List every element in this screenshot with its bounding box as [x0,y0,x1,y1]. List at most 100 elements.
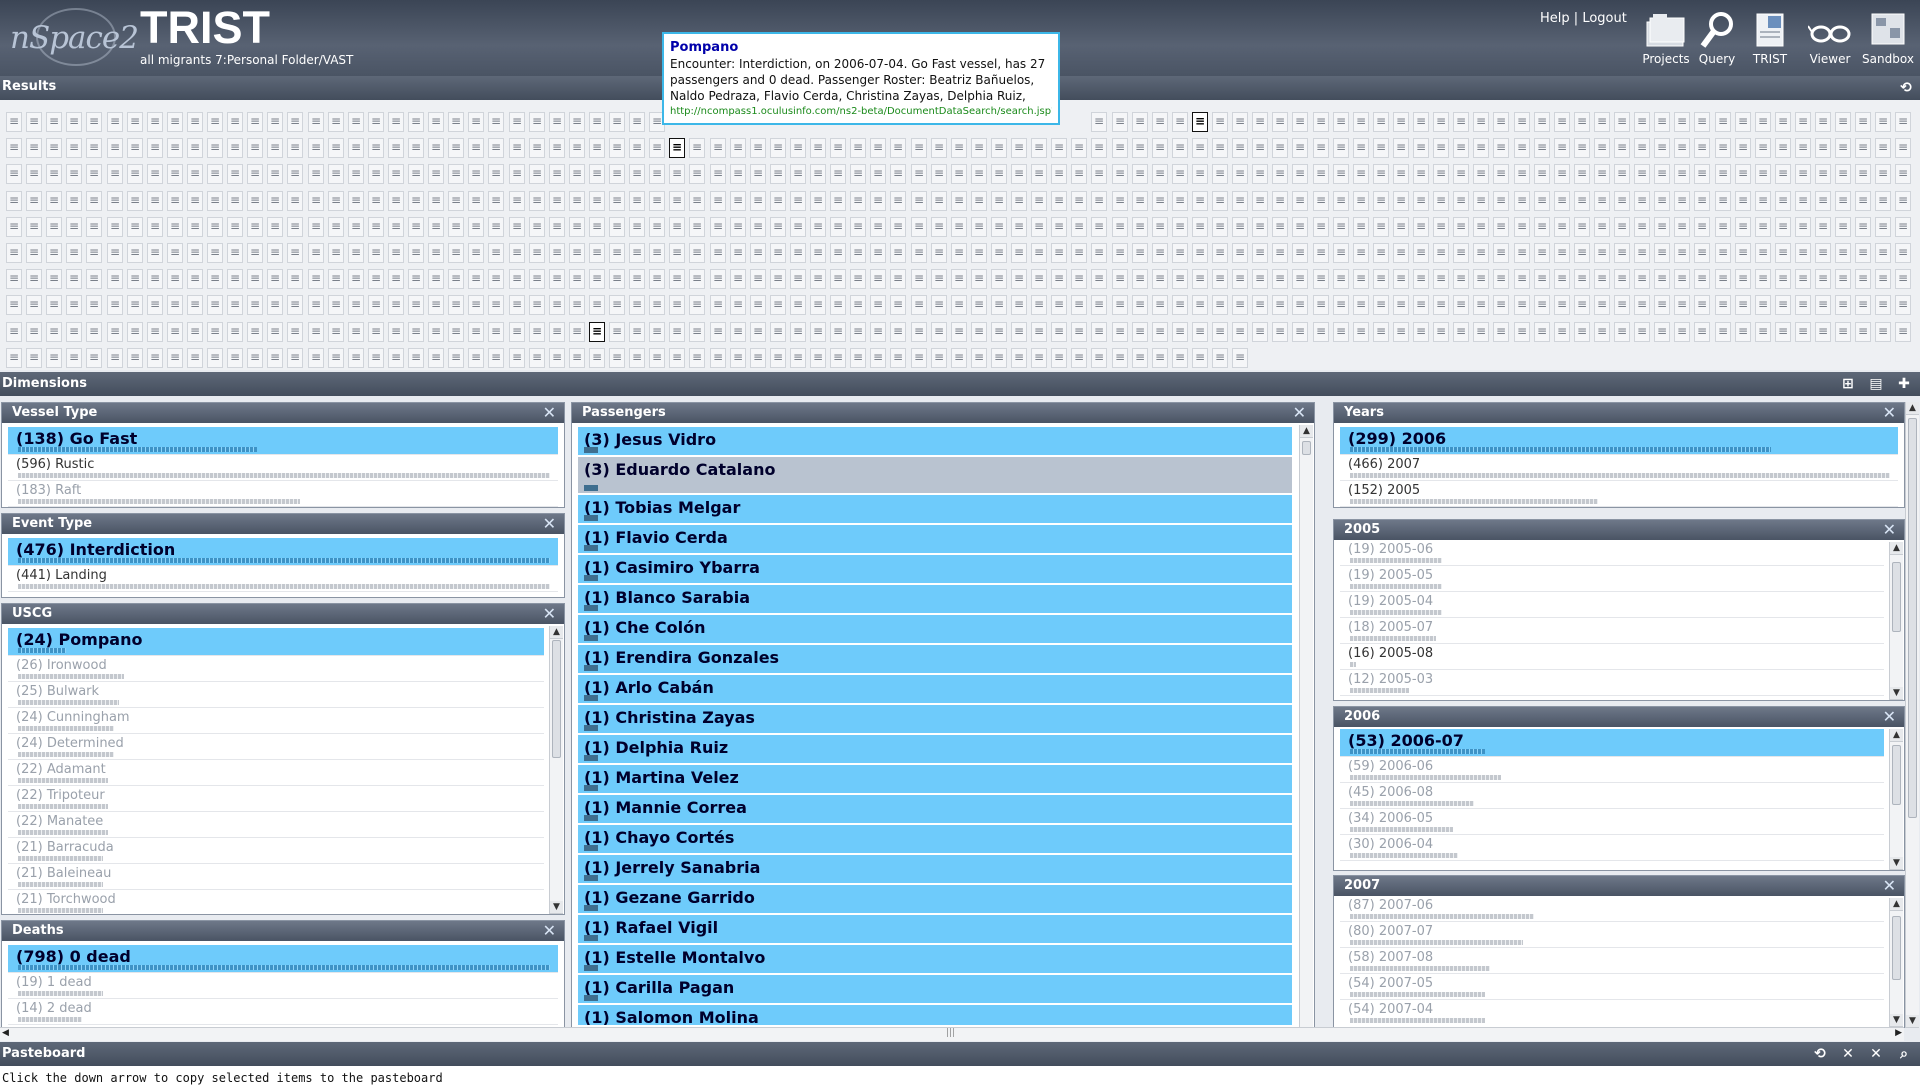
scroll-thumb[interactable] [1892,562,1901,632]
passenger-row[interactable]: (1) Casimiro Ybarra [578,555,1292,583]
document-icon[interactable]: ≡ [1775,217,1791,237]
document-icon[interactable]: ≡ [207,191,223,211]
document-icon[interactable]: ≡ [1313,191,1329,211]
document-icon[interactable]: ≡ [1815,112,1831,132]
document-icon[interactable]: ≡ [348,138,364,158]
document-icon[interactable]: ≡ [187,322,203,342]
document-icon[interactable]: ≡ [1413,191,1429,211]
document-icon[interactable]: ≡ [1534,217,1550,237]
document-icon[interactable]: ≡ [167,191,183,211]
document-icon[interactable]: ≡ [468,348,484,368]
document-icon[interactable]: ≡ [529,348,545,368]
facet-row[interactable]: (138) Go Fast [8,427,558,455]
document-icon[interactable]: ≡ [1132,348,1148,368]
scroll-down-icon[interactable]: ▼ [1890,1014,1903,1027]
document-icon[interactable]: ≡ [1393,322,1409,342]
document-icon[interactable]: ≡ [750,164,766,184]
document-icon[interactable]: ≡ [388,295,404,315]
document-icon[interactable]: ≡ [66,217,82,237]
document-icon[interactable]: ≡ [1514,269,1530,289]
document-icon[interactable]: ≡ [1373,164,1389,184]
document-icon[interactable]: ≡ [448,322,464,342]
document-icon[interactable]: ≡ [348,243,364,263]
document-icon[interactable]: ≡ [649,295,665,315]
document-icon[interactable]: ≡ [1735,269,1751,289]
document-icon[interactable]: ≡ [830,138,846,158]
document-icon[interactable]: ≡ [509,138,525,158]
document-icon[interactable]: ≡ [1232,243,1248,263]
document-icon[interactable]: ≡ [328,243,344,263]
document-icon[interactable]: ≡ [227,138,243,158]
document-icon[interactable]: ≡ [1031,191,1047,211]
facet-row[interactable]: (24) Determined [8,734,544,760]
document-icon[interactable]: ≡ [569,191,585,211]
document-icon[interactable]: ≡ [1192,295,1208,315]
document-icon[interactable]: ≡ [1534,112,1550,132]
document-icon[interactable]: ≡ [26,164,42,184]
document-icon[interactable]: ≡ [569,243,585,263]
document-icon[interactable]: ≡ [287,269,303,289]
document-icon[interactable]: ≡ [287,138,303,158]
document-icon[interactable]: ≡ [589,217,605,237]
document-icon[interactable]: ≡ [1594,164,1610,184]
document-icon[interactable]: ≡ [1875,322,1891,342]
scroll-up-icon[interactable]: ▲ [1890,729,1903,742]
scrollbar[interactable]: ▲ ▼ [1889,898,1903,1027]
document-icon[interactable]: ≡ [1795,191,1811,211]
document-icon[interactable]: ≡ [1353,191,1369,211]
document-icon[interactable]: ≡ [26,348,42,368]
document-icon[interactable]: ≡ [408,348,424,368]
document-icon[interactable]: ≡ [529,269,545,289]
document-icon[interactable]: ≡ [46,348,62,368]
scroll-grip[interactable]: ||| [946,1028,955,1038]
document-icon[interactable]: ≡ [1091,322,1107,342]
passenger-row[interactable]: (1) Chayo Cortés [578,825,1292,853]
document-icon[interactable]: ≡ [1272,164,1288,184]
document-icon[interactable]: ≡ [147,138,163,158]
document-icon[interactable]: ≡ [951,269,967,289]
document-icon[interactable]: ≡ [951,217,967,237]
document-icon[interactable]: ≡ [629,112,645,132]
document-icon[interactable]: ≡ [328,269,344,289]
document-icon[interactable]: ≡ [1252,217,1268,237]
document-icon[interactable]: ≡ [1393,191,1409,211]
document-icon[interactable]: ≡ [267,112,283,132]
document-icon[interactable]: ≡ [287,112,303,132]
document-icon[interactable]: ≡ [428,112,444,132]
document-icon[interactable]: ≡ [1232,164,1248,184]
document-icon[interactable]: ≡ [247,295,263,315]
document-icon[interactable]: ≡ [1795,295,1811,315]
document-icon[interactable]: ≡ [1554,164,1570,184]
document-icon[interactable]: ≡ [1815,191,1831,211]
document-icon[interactable]: ≡ [710,164,726,184]
document-icon[interactable]: ≡ [1333,269,1349,289]
document-icon[interactable]: ≡ [1534,269,1550,289]
document-icon[interactable]: ≡ [509,243,525,263]
document-icon[interactable]: ≡ [1232,191,1248,211]
document-icon[interactable]: ≡ [1694,322,1710,342]
document-icon[interactable]: ≡ [1313,217,1329,237]
document-icon[interactable]: ≡ [468,191,484,211]
facet-row[interactable]: (25) Bulwark [8,682,544,708]
document-icon[interactable]: ≡ [147,269,163,289]
document-icon[interactable]: ≡ [991,322,1007,342]
document-icon[interactable]: ≡ [1634,191,1650,211]
document-icon[interactable]: ≡ [26,243,42,263]
document-icon[interactable]: ≡ [6,295,22,315]
document-icon[interactable]: ≡ [1674,295,1690,315]
document-icon[interactable]: ≡ [1634,138,1650,158]
document-icon[interactable]: ≡ [227,295,243,315]
document-icon[interactable]: ≡ [1433,295,1449,315]
document-icon[interactable]: ≡ [1112,295,1128,315]
document-icon[interactable]: ≡ [408,217,424,237]
document-icon[interactable]: ≡ [810,269,826,289]
document-icon[interactable]: ≡ [1433,138,1449,158]
document-icon[interactable]: ≡ [1875,138,1891,158]
document-icon[interactable]: ≡ [790,322,806,342]
document-icon[interactable]: ≡ [830,322,846,342]
document-icon[interactable]: ≡ [549,322,565,342]
document-icon[interactable]: ≡ [1353,269,1369,289]
document-icon[interactable]: ≡ [1755,191,1771,211]
document-icon[interactable]: ≡ [1112,138,1128,158]
document-icon[interactable]: ≡ [1051,191,1067,211]
